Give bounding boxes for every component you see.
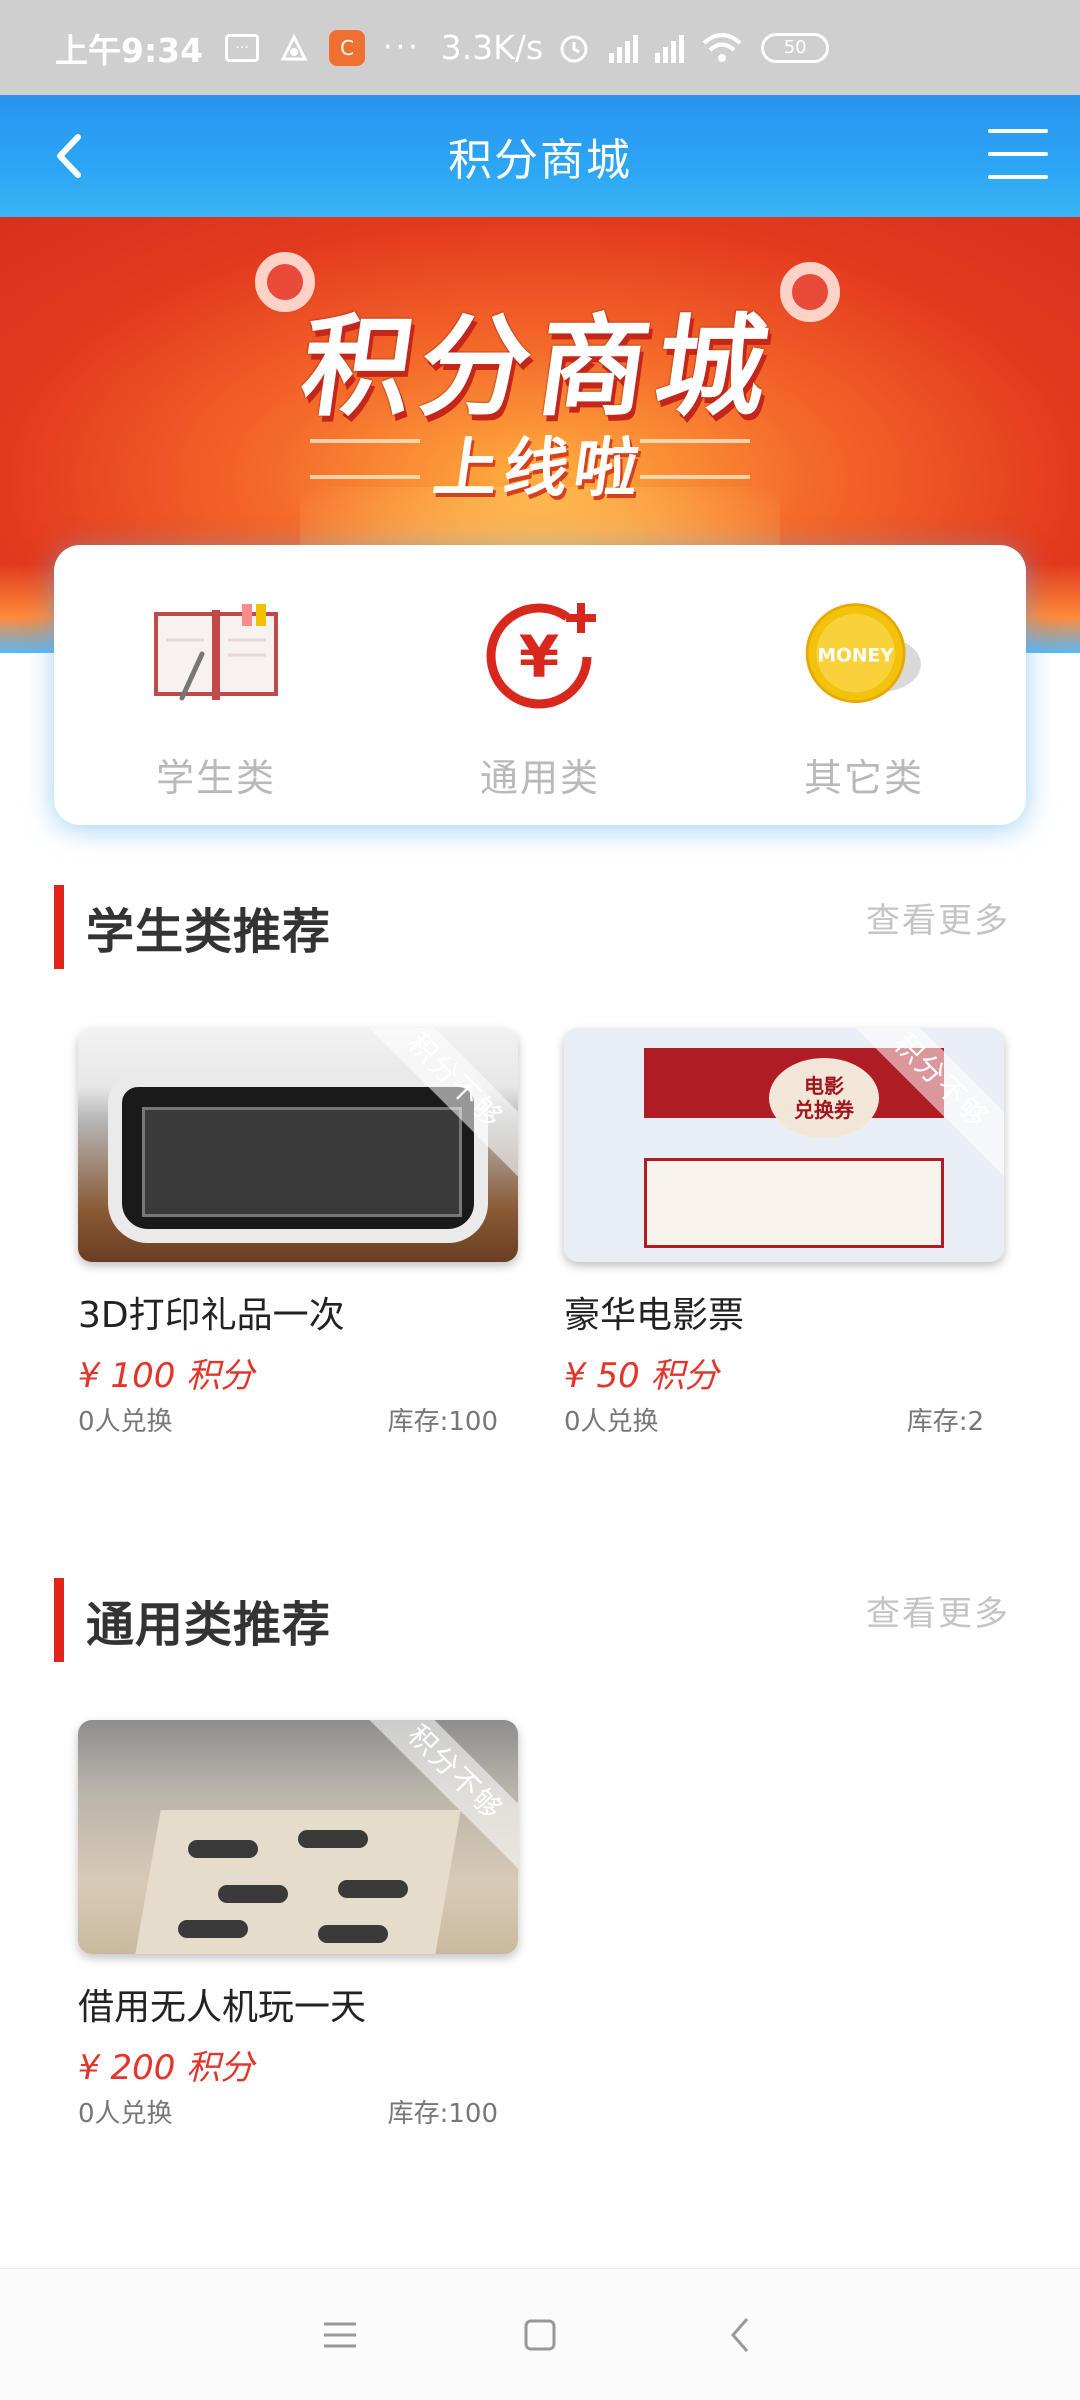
product-card[interactable]: 电影 兑换券 积分不够 豪华电影票 ¥ 50 积分 0人兑换 库存:2	[564, 1028, 1004, 1438]
printer-window	[142, 1107, 462, 1217]
product-meta: 0人兑换 库存:100	[78, 2093, 518, 2130]
app-badge-icon: C	[329, 29, 366, 66]
redeem-count: 0人兑换	[78, 2099, 173, 2129]
nav-back-button[interactable]	[640, 2295, 840, 2375]
product-name: 3D打印礼品一次	[78, 1295, 345, 1336]
category-label: 学生类	[155, 756, 276, 800]
notebook-icon	[146, 595, 286, 715]
section-accent-bar	[54, 1578, 64, 1662]
signal-icon-2	[655, 33, 687, 63]
page-title: 积分商城	[448, 135, 632, 186]
app-header: 积分商城	[0, 95, 1080, 217]
wifi-icon	[701, 31, 743, 65]
status-time: 上午9:34	[55, 30, 204, 70]
section-header-general: 通用类推荐 查看更多	[54, 1578, 1026, 1662]
message-icon: ···	[225, 33, 260, 62]
banner-subtitle: 上线啦	[428, 432, 650, 506]
yuan-plus-icon: ¥	[470, 595, 610, 715]
product-price: ¥ 100 积分	[78, 1356, 255, 1396]
alarm-icon	[557, 31, 591, 65]
battery-indicator: 50	[761, 32, 830, 63]
more-dots-icon: ···	[383, 30, 421, 65]
banner-title: 积分商城	[293, 303, 784, 431]
product-image: 积分不够	[78, 1720, 518, 1954]
redeem-count: 0人兑换	[78, 1407, 173, 1437]
menu-button[interactable]	[988, 129, 1048, 179]
back-button[interactable]	[44, 129, 94, 183]
section-title: 学生类推荐	[86, 904, 332, 960]
ticket-stub	[644, 1158, 944, 1248]
product-name: 豪华电影票	[564, 1295, 745, 1336]
chevron-left-icon	[57, 134, 81, 178]
product-meta: 0人兑换 库存:100	[78, 1401, 518, 1438]
chevron-left-icon	[731, 2317, 749, 2352]
square-home-icon	[524, 2319, 556, 2350]
drone-shape	[338, 1880, 408, 1898]
money-coin-icon: MONEY	[794, 595, 934, 715]
svg-text:MONEY: MONEY	[817, 646, 894, 667]
hamburger-line	[988, 152, 1048, 156]
drone-shape	[178, 1920, 248, 1938]
redeem-count: 0人兑换	[564, 1407, 659, 1437]
hamburger-line	[988, 175, 1048, 179]
hamburger-icon	[988, 129, 1048, 133]
network-speed: 3.3K/s	[440, 28, 544, 67]
nav-home-button[interactable]	[440, 2295, 640, 2375]
category-other[interactable]: MONEY 其它类	[702, 545, 1026, 825]
stock-count: 库存:100	[387, 1407, 498, 1437]
product-meta: 0人兑换 库存:2	[564, 1401, 1004, 1438]
status-bar: 上午9:34 ··· C ··· 3.3K/s 50	[0, 0, 1080, 95]
product-image: 积分不够	[78, 1028, 518, 1262]
ticket-stamp: 电影 兑换券	[769, 1058, 879, 1138]
app-notification-icon	[277, 31, 311, 65]
menu-lines-icon	[324, 2322, 356, 2347]
svg-text:¥: ¥	[519, 623, 559, 691]
category-general[interactable]: ¥ 通用类	[378, 545, 702, 825]
signal-icon-1	[609, 33, 641, 63]
product-card[interactable]: 积分不够 3D打印礼品一次 ¥ 100 积分 0人兑换 库存:100	[78, 1028, 518, 1438]
stock-count: 库存:2	[906, 1407, 984, 1437]
nav-menu-button[interactable]	[240, 2295, 440, 2375]
product-price: ¥ 200 积分	[78, 2048, 255, 2088]
category-card: 学生类 ¥ 通用类 MONEY 其它类	[54, 545, 1026, 825]
product-card[interactable]: 积分不够 借用无人机玩一天 ¥ 200 积分 0人兑换 库存:100	[78, 1720, 518, 2130]
section-title: 通用类推荐	[86, 1597, 332, 1653]
product-price: ¥ 50 积分	[564, 1356, 719, 1396]
drone-shape	[318, 1925, 388, 1943]
see-more-link[interactable]: 查看更多	[866, 893, 1010, 942]
category-student[interactable]: 学生类	[54, 545, 378, 825]
category-label: 通用类	[479, 756, 600, 800]
section-accent-bar	[54, 885, 64, 969]
drone-shape	[218, 1885, 288, 1903]
see-more-link[interactable]: 查看更多	[866, 1586, 1010, 1635]
drone-shape	[188, 1840, 258, 1858]
drone-shape	[298, 1830, 368, 1848]
category-label: 其它类	[803, 756, 924, 800]
section-header-student: 学生类推荐 查看更多	[54, 885, 1026, 969]
product-image: 电影 兑换券 积分不够	[564, 1028, 1004, 1262]
printer-photo	[108, 1073, 488, 1243]
stock-count: 库存:100	[387, 2099, 498, 2129]
system-navigation-bar	[0, 2268, 1080, 2400]
product-name: 借用无人机玩一天	[78, 1987, 367, 2028]
